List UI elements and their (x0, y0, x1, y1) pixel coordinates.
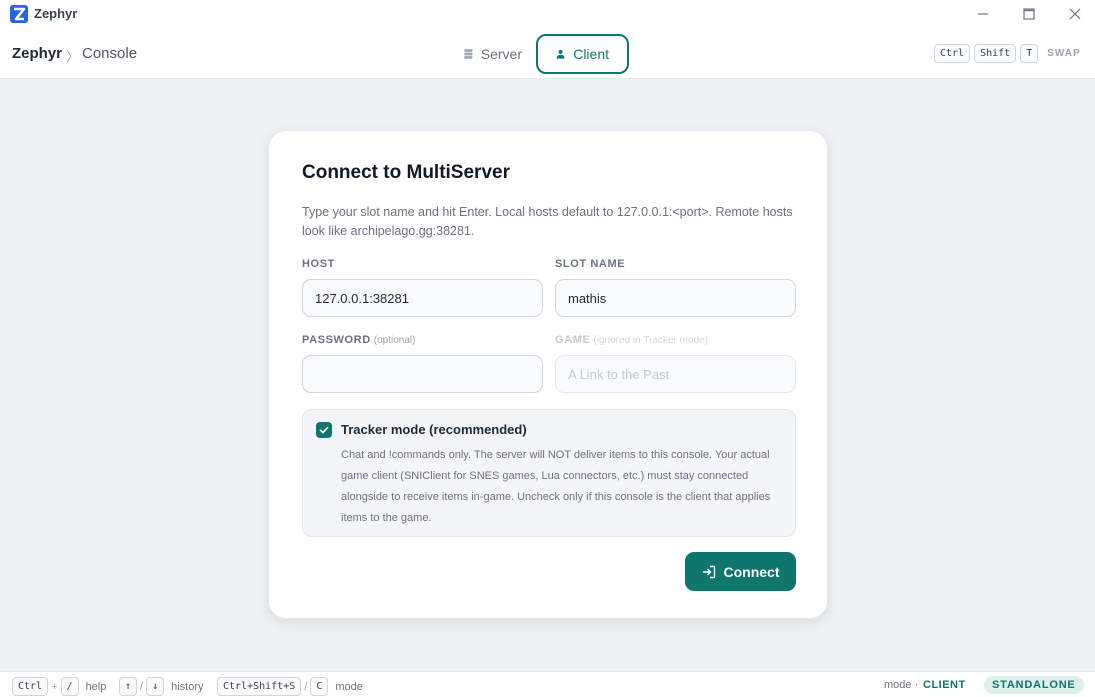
kbd-c: C (310, 677, 329, 696)
slot-name-input[interactable] (555, 279, 796, 317)
connect-label: Connect (723, 563, 780, 580)
kbd-t: T (1020, 44, 1039, 63)
host-label: HOST (302, 258, 335, 270)
tracker-mode-panel: Tracker mode (recommended) Chat and !com… (302, 409, 796, 537)
tab-server[interactable]: Server (446, 34, 540, 74)
connect-button[interactable]: Connect (685, 552, 796, 591)
slot-name-label: SLOT NAME (555, 258, 626, 270)
help-shortcut: Ctrl + / help (12, 677, 106, 696)
kbd-ctrl: Ctrl (12, 677, 49, 696)
close-icon (1069, 8, 1081, 20)
card-description: Type your slot name and hit Enter. Local… (302, 205, 793, 238)
kbd-arrow-down: ↓ (146, 677, 165, 696)
app-header: Zephyr 〉 Console Server Client Ctrl Shif… (0, 29, 1095, 79)
tracker-mode-title[interactable]: Tracker mode (recommended) (341, 422, 527, 437)
kbd-shift: Shift (974, 44, 1017, 63)
kbd-ctrl-shift-s: Ctrl+Shift+S (217, 677, 302, 696)
key-separator: / (140, 680, 144, 693)
mode-value: CLIENT (923, 679, 966, 691)
maximize-button[interactable] (1018, 4, 1040, 24)
host-input[interactable] (302, 279, 543, 317)
mode-shortcut-label: mode (335, 680, 363, 693)
breadcrumb-root[interactable]: Zephyr (12, 45, 62, 62)
user-icon (556, 49, 565, 59)
kbd-arrow-up: ↑ (119, 677, 138, 696)
history-shortcut: ↑ / ↓ history (119, 677, 204, 696)
mode-prefix: mode · (884, 679, 919, 691)
kbd-slash: / (60, 677, 79, 696)
mode-shortcut: Ctrl+Shift+S / C mode (217, 677, 363, 696)
breadcrumb-current: Console (82, 45, 138, 62)
title-bar: Zephyr (0, 0, 1095, 29)
zephyr-logo-icon (10, 5, 28, 23)
swap-label: SWAP (1047, 48, 1081, 59)
maximize-icon (1023, 8, 1035, 20)
tab-client[interactable]: Client (536, 34, 629, 74)
key-separator: + (51, 680, 58, 693)
status-bar: Ctrl + / help ↑ / ↓ history Ctrl+Shift+S… (0, 671, 1095, 697)
tracker-mode-checkbox[interactable] (316, 422, 332, 438)
minimize-icon (978, 13, 988, 15)
minimize-button[interactable] (972, 4, 994, 24)
tracker-mode-description: Chat and !commands only. The server will… (341, 449, 771, 524)
swap-shortcut: Ctrl Shift T SWAP (934, 44, 1081, 63)
kbd-ctrl: Ctrl (934, 44, 971, 63)
game-input[interactable] (555, 355, 796, 393)
check-icon (319, 426, 329, 434)
breadcrumb-separator: 〉 (66, 49, 80, 64)
password-label: PASSWORD (optional) (302, 334, 416, 346)
password-input[interactable] (302, 355, 543, 393)
server-icon (464, 49, 473, 59)
close-button[interactable] (1064, 4, 1086, 24)
help-label: help (85, 680, 107, 693)
login-icon (702, 565, 715, 578)
tab-server-label: Server (480, 46, 522, 62)
game-label: GAME (ignored in Tracker mode) (555, 334, 708, 346)
connect-card: Connect to MultiServer Type your slot na… (268, 130, 828, 619)
tab-client-label: Client (573, 46, 609, 62)
standalone-badge: STANDALONE (984, 676, 1084, 694)
card-title: Connect to MultiServer (302, 162, 510, 183)
key-separator: / (304, 680, 308, 693)
history-label: history (171, 680, 204, 693)
app-name: Zephyr (34, 6, 78, 21)
